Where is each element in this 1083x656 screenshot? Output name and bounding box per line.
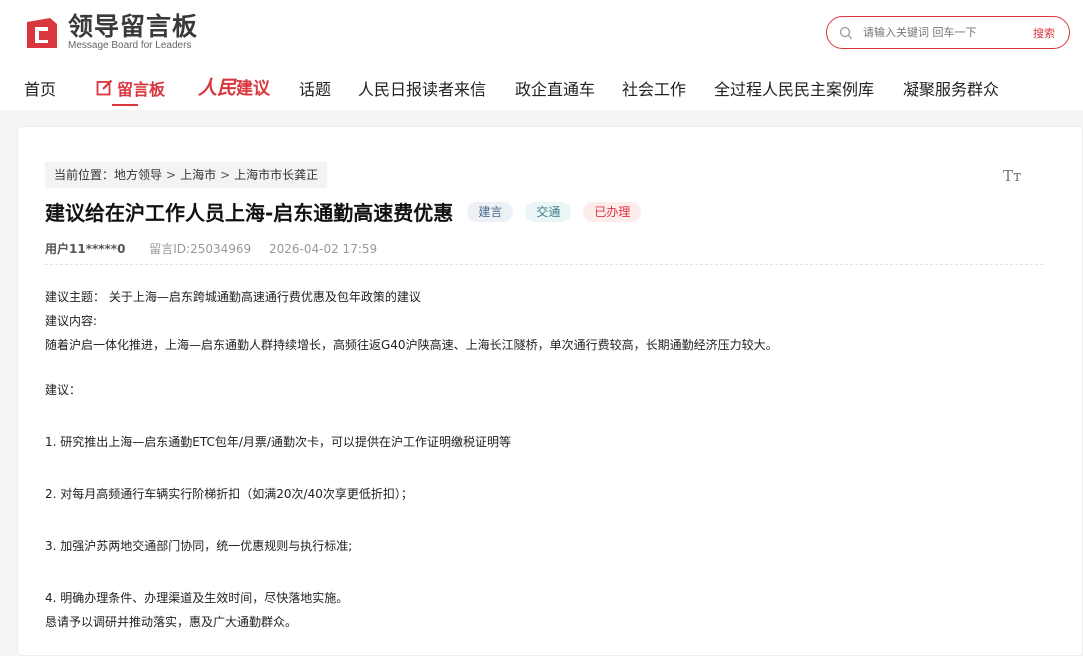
logo-subtitle: Message Board for Leaders: [68, 40, 192, 51]
search-icon: [839, 26, 853, 39]
breadcrumb-local-leaders[interactable]: 地方领导: [114, 168, 162, 182]
search-box: 搜索: [826, 16, 1070, 49]
search-input[interactable]: [863, 26, 1013, 39]
breadcrumb-shanghai[interactable]: 上海市: [180, 168, 216, 182]
breadcrumb-separator: >: [220, 168, 231, 182]
site-logo[interactable]: 领导留言板 Message Board for Leaders: [24, 14, 198, 52]
title-row: 建议给在沪工作人员上海-启东通勤高速费优惠 建言 交通 已办理: [45, 197, 642, 226]
content-line: 建议主题： 关于上海—启东跨城通勤高速通行费优惠及包年政策的建议: [45, 290, 421, 304]
edit-icon: [96, 79, 113, 96]
content-line: 随着沪启一体化推进，上海—启东通勤人群持续增长，高频往返G40沪陕高速、上海长江…: [45, 338, 778, 352]
content-line: 4. 明确办理条件、办理渠道及生效时间，尽快落地实施。: [45, 591, 349, 605]
breadcrumb-separator: >: [166, 168, 177, 182]
logo-title: 领导留言板: [68, 12, 199, 41]
breadcrumb-prefix: 当前位置：: [54, 168, 115, 182]
tag-suggestion[interactable]: 建言: [467, 201, 514, 222]
content-line: 建议：: [45, 383, 82, 397]
post-content: 建议主题： 关于上海—启东跨城通勤高速通行费优惠及包年政策的建议 建议内容: 随…: [45, 285, 1035, 634]
nav-readers-letters[interactable]: 人民日报读者来信: [358, 76, 486, 100]
nav-serve-masses[interactable]: 凝聚服务群众: [903, 76, 999, 100]
nav-message-board-label: 留言板: [117, 80, 166, 99]
post-title: 建议给在沪工作人员上海-启东通勤高速费优惠: [45, 201, 454, 225]
content-line: 3. 加强沪苏两地交通部门协同，统一优惠规则与执行标准;: [45, 539, 353, 553]
content-line: 恳请予以调研并推动落实，惠及广大通勤群众。: [45, 615, 298, 629]
tag-traffic[interactable]: 交通: [525, 201, 572, 222]
content-line: 建议内容:: [45, 314, 98, 328]
post-datetime: 2026-04-02 17:59: [269, 242, 378, 256]
main-nav: 首页 留言板 人民建议 话题 人民日报读者来信 政企直通车 社会工作 全过程人民…: [0, 70, 1083, 106]
nav-renmin-jianyi-label: 建议: [236, 79, 271, 99]
post-user: 用户11*****0: [45, 242, 126, 256]
breadcrumb: 当前位置：地方领导 > 上海市 > 上海市市长龚正: [45, 162, 328, 188]
nav-topics[interactable]: 话题: [299, 76, 331, 100]
renmin-script-logo: 人民: [198, 77, 237, 99]
logo-icon: [27, 18, 57, 48]
search-button[interactable]: 搜索: [1033, 25, 1055, 41]
nav-message-board[interactable]: 留言板: [96, 76, 165, 100]
breadcrumb-mayor[interactable]: 上海市市长龚正: [234, 168, 318, 182]
nav-democracy-cases[interactable]: 全过程人民民主案例库: [714, 76, 874, 100]
font-size-icon[interactable]: Tт: [1003, 167, 1021, 185]
post-meta: 用户11*****0 留言ID:25034969 2026-04-02 17:5…: [45, 240, 377, 257]
message-id: 留言ID:25034969: [149, 242, 252, 256]
status-badge: 已办理: [583, 201, 642, 222]
nav-home[interactable]: 首页: [24, 76, 56, 100]
nav-social-work[interactable]: 社会工作: [622, 76, 686, 100]
content-line: 2. 对每月高频通行车辆实行阶梯折扣（如满20次/40次享更低折扣）；: [45, 487, 413, 501]
site-header: 领导留言板 Message Board for Leaders 搜索 首页 留言…: [0, 0, 1083, 110]
post-card: 当前位置：地方领导 > 上海市 > 上海市市长龚正 Tт 建议给在沪工作人员上海-启东通…: [17, 126, 1083, 656]
content-line: 1. 研究推出上海—启东通勤ETC包年/月票/通勤次卡，可以提供在沪工作证明缴税…: [45, 435, 511, 449]
nav-renmin-jianyi[interactable]: 人民建议: [198, 73, 270, 100]
divider: [45, 264, 1043, 265]
nav-gov-enterprise[interactable]: 政企直通车: [515, 76, 595, 100]
nav-active-indicator: [112, 104, 138, 106]
